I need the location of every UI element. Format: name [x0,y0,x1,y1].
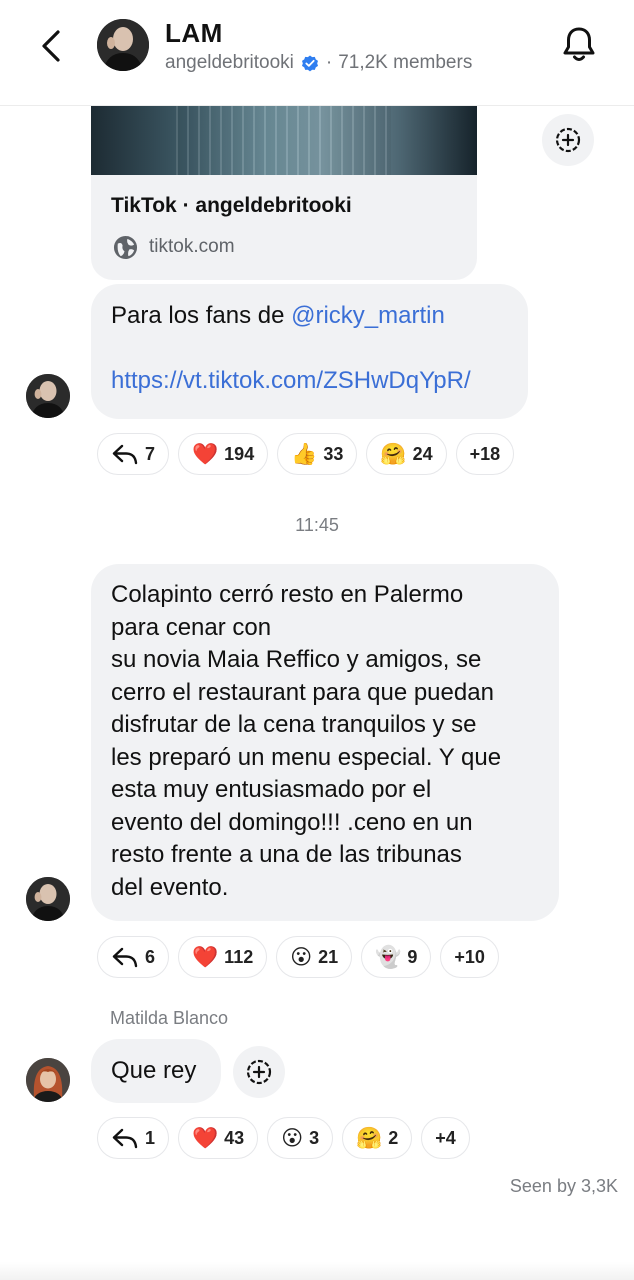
link-preview-thumbnail [91,106,477,175]
channel-title[interactable]: LAM [165,18,223,49]
more-reactions-pill[interactable]: +10 [440,936,499,978]
link-preview-domain: tiktok.com [149,236,235,257]
reaction-pill-hug[interactable]: 🤗 24 [366,433,447,475]
reaction-bar: 6 ❤️ 112 😮 21 👻 9 +10 [97,936,499,978]
message-text: Para los fans de @ricky_martin [111,302,445,329]
separator-dot: · [325,52,333,73]
reaction-pill-heart[interactable]: ❤️ 112 [178,936,268,978]
message-bubble[interactable]: Colapinto cerró resto en Palermo para ce… [91,564,559,921]
reaction-pill-hug[interactable]: 🤗 2 [342,1117,413,1159]
reply-count-pill[interactable]: 6 [97,936,170,978]
message-line: para cenar con [111,613,272,641]
reaction-pill-ghost[interactable]: 👻 9 [361,936,432,978]
message-line: del evento. [111,873,229,901]
message-line: disfrutar de la cena tranquilos y se [111,711,477,738]
channel-handle: angeldebritooki [165,52,294,73]
heart-emoji-icon: ❤️ [192,945,219,969]
verified-badge-icon [301,55,318,72]
add-reaction-button[interactable] [233,1046,285,1098]
message-url-link[interactable]: https://vt.tiktok.com/ZSHwDqYpR/ [111,365,508,398]
bell-icon[interactable] [560,24,598,64]
channel-avatar[interactable] [97,19,149,71]
message-bubble[interactable]: Que rey [91,1039,221,1103]
reply-count-pill[interactable]: 1 [97,1117,170,1159]
globe-icon [113,235,138,260]
more-reactions-pill[interactable]: +4 [421,1117,470,1159]
heart-emoji-icon: ❤️ [192,1126,219,1150]
thumbs-up-emoji-icon: 👍 [291,442,318,466]
reaction-bar: 1 ❤️ 43 😮 3 🤗 2 +4 [97,1117,470,1159]
message-bubble[interactable]: Para los fans de @ricky_martin https://v… [91,284,528,419]
add-reaction-button[interactable] [542,114,594,166]
reaction-pill-surprised[interactable]: 😮 3 [267,1117,334,1159]
reaction-pill-surprised[interactable]: 😮 21 [276,936,353,978]
more-reactions-pill[interactable]: +18 [455,433,515,475]
message-line: Colapinto cerró resto en Palermo [111,581,464,608]
mention-link[interactable]: @ricky_martin [291,302,445,329]
reply-count-pill[interactable]: 7 [97,433,170,475]
message-text: Que rey [111,1057,197,1084]
surprised-face-emoji-icon: 😮 [290,945,313,969]
reply-icon [112,1128,138,1149]
hugging-face-emoji-icon: 🤗 [356,1126,383,1150]
seen-by-label[interactable]: Seen by 3,3K [510,1176,618,1197]
message-line: evento del domingo!!! .ceno en un [111,808,473,836]
reaction-pill-thumbs-up[interactable]: 👍 33 [277,433,358,475]
add-reaction-icon [555,127,581,153]
reply-icon [112,947,138,968]
bottom-fade [0,1262,634,1280]
reaction-bar: 7 ❤️ 194 👍 33 🤗 24 +18 [97,433,515,475]
sender-name[interactable]: Matilda Blanco [110,1008,228,1029]
hugging-face-emoji-icon: 🤗 [380,442,407,466]
reaction-pill-heart[interactable]: ❤️ 43 [178,1117,259,1159]
ghost-emoji-icon: 👻 [375,945,402,969]
sender-avatar[interactable] [26,1058,70,1102]
surprised-face-emoji-icon: 😮 [281,1126,304,1150]
message-line: cerro el restaurant para que puedan [111,678,494,706]
message-line: su novia Maia Reffico y amigos, se [111,646,482,673]
sender-avatar[interactable] [26,877,70,921]
message-line: esta muy entusiasmado por el [111,776,432,803]
heart-emoji-icon: ❤️ [192,442,219,466]
reply-icon [112,444,138,465]
channel-subtitle: angeldebritooki · 71,2K members [165,52,472,74]
reaction-pill-heart[interactable]: ❤️ 194 [178,433,269,475]
add-reaction-icon [246,1059,272,1085]
message-line: les preparó un menu especial. Y que [111,743,502,771]
back-arrow-icon[interactable] [32,26,72,66]
members-count: 71,2K members [338,52,473,73]
sender-avatar[interactable] [26,374,70,418]
link-preview-card[interactable]: TikTok · angeldebritooki tiktok.com [91,106,477,280]
time-separator: 11:45 [295,515,339,535]
message-line: resto frente a una de las tribunas [111,841,462,868]
channel-header: LAM angeldebritooki · 71,2K members [0,0,634,106]
link-preview-title: TikTok · angeldebritooki [111,194,352,217]
